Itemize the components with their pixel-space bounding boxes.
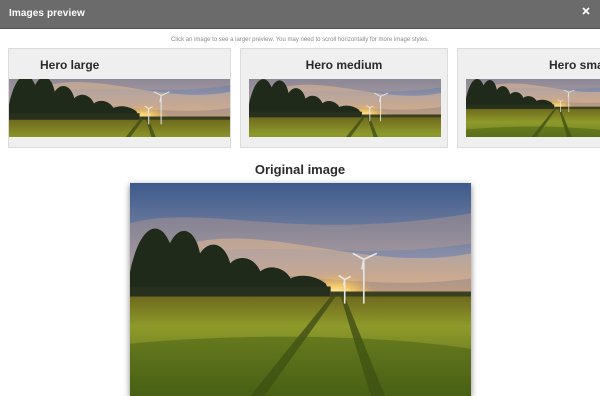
hero-small-thumbnail[interactable]: [466, 79, 600, 137]
hero-large-thumbnail[interactable]: [9, 79, 230, 137]
style-card-title: Hero small: [549, 58, 600, 72]
style-card-title: Hero large: [40, 58, 100, 72]
image-styles-strip[interactable]: Hero large Hero medium Hero small: [0, 48, 600, 150]
hero-medium-thumbnail[interactable]: [249, 79, 441, 137]
images-preview-dialog: Images preview Click an image to see a l…: [0, 0, 600, 396]
close-icon[interactable]: [579, 4, 593, 18]
dialog-title: Images preview: [9, 8, 85, 19]
style-card-hero-large[interactable]: Hero large: [8, 48, 231, 148]
instruction-text: Click an image to see a larger preview. …: [171, 37, 429, 43]
style-card-title: Hero medium: [305, 58, 383, 72]
style-card-hero-medium[interactable]: Hero medium: [240, 48, 448, 148]
original-image[interactable]: [130, 183, 471, 396]
style-card-hero-small[interactable]: Hero small: [457, 48, 600, 148]
dialog-titlebar: Images preview: [0, 0, 600, 29]
original-image-heading: Original image: [254, 162, 346, 177]
